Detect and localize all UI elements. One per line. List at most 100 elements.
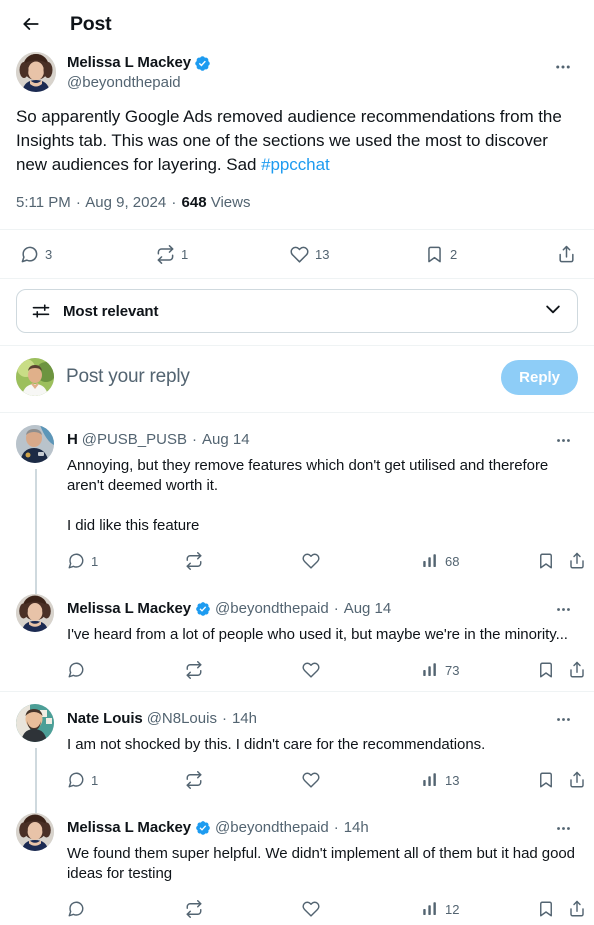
reply-icon bbox=[68, 772, 84, 788]
reply-timestamp[interactable]: 14h bbox=[232, 709, 257, 729]
heart-icon bbox=[302, 553, 320, 569]
meta-separator-1: · bbox=[75, 194, 81, 211]
verified-check-icon bbox=[195, 55, 210, 71]
reply-icon bbox=[68, 662, 84, 678]
reply-action-bar: 1 13 bbox=[67, 765, 584, 799]
like-action[interactable] bbox=[302, 552, 326, 570]
reply-action[interactable] bbox=[67, 661, 91, 679]
reply-handle[interactable]: @PUSB_PUSB bbox=[82, 430, 187, 450]
like-action[interactable] bbox=[302, 771, 326, 789]
reply-more-options-button[interactable] bbox=[548, 813, 578, 843]
share-action[interactable] bbox=[568, 771, 586, 789]
bookmark-action[interactable] bbox=[537, 552, 561, 570]
current-user-avatar[interactable] bbox=[16, 358, 54, 396]
retweet-action[interactable] bbox=[185, 552, 209, 570]
sort-chevron bbox=[543, 299, 563, 324]
bookmark-icon bbox=[428, 246, 441, 262]
reply-handle[interactable]: @N8Louis bbox=[147, 709, 217, 729]
reply-action[interactable]: 1 bbox=[67, 552, 98, 570]
reply-avatar-column bbox=[16, 425, 56, 596]
views-action[interactable]: 68 bbox=[421, 552, 459, 570]
share-action[interactable] bbox=[568, 900, 586, 918]
reply-display-name[interactable]: Nate Louis bbox=[67, 709, 143, 729]
reply-action[interactable]: 1 bbox=[67, 771, 98, 789]
main-post: Melissa L Mackey @beyondthepaid So appar… bbox=[0, 48, 594, 229]
bookmark-action[interactable]: 2 bbox=[425, 245, 457, 264]
reply-content: Melissa L Mackey @beyondthepaid · Aug 14… bbox=[67, 594, 584, 691]
share-icon bbox=[570, 552, 584, 569]
avatar[interactable] bbox=[16, 594, 54, 632]
heart-icon bbox=[302, 662, 320, 678]
share-action[interactable] bbox=[557, 245, 576, 264]
reply-input[interactable]: Post your reply bbox=[66, 366, 489, 388]
sort-selector[interactable]: Most relevant bbox=[16, 289, 578, 333]
reply-more-options-button[interactable] bbox=[548, 704, 578, 734]
hashtag-link[interactable]: #ppcchat bbox=[261, 155, 330, 174]
bookmark-icon bbox=[540, 772, 552, 788]
thread-connector-line bbox=[35, 469, 37, 596]
reply-timestamp[interactable]: 14h bbox=[344, 818, 369, 838]
reply-more-options-button[interactable] bbox=[548, 425, 578, 455]
share-icon bbox=[570, 661, 584, 678]
post-time: 5:11 PM bbox=[16, 194, 71, 211]
like-action[interactable] bbox=[302, 661, 326, 679]
arrow-left-icon bbox=[23, 18, 39, 30]
avatar[interactable] bbox=[16, 704, 54, 742]
sort-label: Most relevant bbox=[63, 302, 159, 320]
author-display-name: Melissa L Mackey bbox=[67, 54, 192, 71]
retweet-action[interactable] bbox=[185, 900, 209, 918]
reply-handle[interactable]: @beyondthepaid bbox=[215, 818, 329, 838]
more-options-button[interactable] bbox=[548, 52, 578, 82]
reply-action[interactable] bbox=[67, 900, 91, 918]
retweet-action[interactable] bbox=[185, 771, 209, 789]
heart-icon bbox=[302, 901, 320, 917]
bookmark-action[interactable] bbox=[537, 900, 561, 918]
reply-count: 1 bbox=[91, 553, 99, 569]
like-action[interactable]: 13 bbox=[290, 245, 329, 264]
retweet-icon bbox=[186, 661, 202, 679]
retweet-action[interactable] bbox=[185, 661, 209, 679]
views-label: Views bbox=[210, 194, 251, 211]
reply-timestamp[interactable]: Aug 14 bbox=[202, 430, 250, 450]
reply-avatar-column bbox=[16, 813, 56, 925]
reply-item: Melissa L Mackey @beyondthepaid · Aug 14… bbox=[0, 582, 594, 691]
page-header: Post bbox=[0, 0, 594, 48]
like-action[interactable] bbox=[302, 900, 326, 918]
bookmark-action[interactable] bbox=[537, 771, 561, 789]
reply-timestamp[interactable]: Aug 14 bbox=[344, 599, 392, 619]
author-name-row[interactable]: Melissa L Mackey bbox=[67, 53, 211, 73]
reply-item: H @PUSB_PUSB · Aug 14 Annoying, but they… bbox=[0, 413, 594, 596]
reply-author-row: Nate Louis @N8Louis · 14h bbox=[67, 704, 578, 734]
reply-display-name[interactable]: Melissa L Mackey bbox=[67, 818, 191, 838]
share-action[interactable] bbox=[568, 552, 586, 570]
views-action[interactable]: 13 bbox=[421, 771, 459, 789]
reply-action-bar: 1 68 bbox=[67, 546, 584, 580]
author-handle[interactable]: @beyondthepaid bbox=[67, 73, 211, 93]
retweet-action[interactable]: 1 bbox=[156, 244, 188, 264]
views-action[interactable]: 73 bbox=[421, 661, 459, 679]
reply-display-name[interactable]: Melissa L Mackey bbox=[67, 599, 191, 619]
analytics-icon bbox=[423, 554, 436, 567]
reply-action-bar: 12 bbox=[67, 894, 584, 925]
reply-meta-separator: · bbox=[333, 819, 339, 836]
reply-handle[interactable]: @beyondthepaid bbox=[215, 599, 329, 619]
heart-icon bbox=[290, 246, 309, 263]
reply-meta-separator: · bbox=[333, 600, 339, 617]
back-button[interactable] bbox=[14, 7, 48, 41]
bookmark-action[interactable] bbox=[537, 661, 561, 679]
sliders-icon bbox=[32, 304, 50, 318]
avatar[interactable] bbox=[16, 813, 54, 851]
reply-submit-button[interactable]: Reply bbox=[501, 359, 578, 395]
reply-more-options-button[interactable] bbox=[548, 594, 578, 624]
avatar[interactable] bbox=[16, 52, 56, 92]
like-count: 13 bbox=[315, 246, 330, 262]
reply-meta-separator: · bbox=[192, 431, 197, 448]
avatar[interactable] bbox=[16, 425, 54, 463]
views-action[interactable]: 12 bbox=[421, 900, 459, 918]
reply-count: 3 bbox=[45, 246, 53, 262]
avatar-image-pusb bbox=[16, 425, 54, 463]
share-action[interactable] bbox=[568, 661, 586, 679]
reply-action[interactable]: 3 bbox=[20, 245, 52, 264]
verified-check-icon bbox=[196, 602, 210, 616]
reply-display-name[interactable]: H bbox=[67, 430, 78, 450]
